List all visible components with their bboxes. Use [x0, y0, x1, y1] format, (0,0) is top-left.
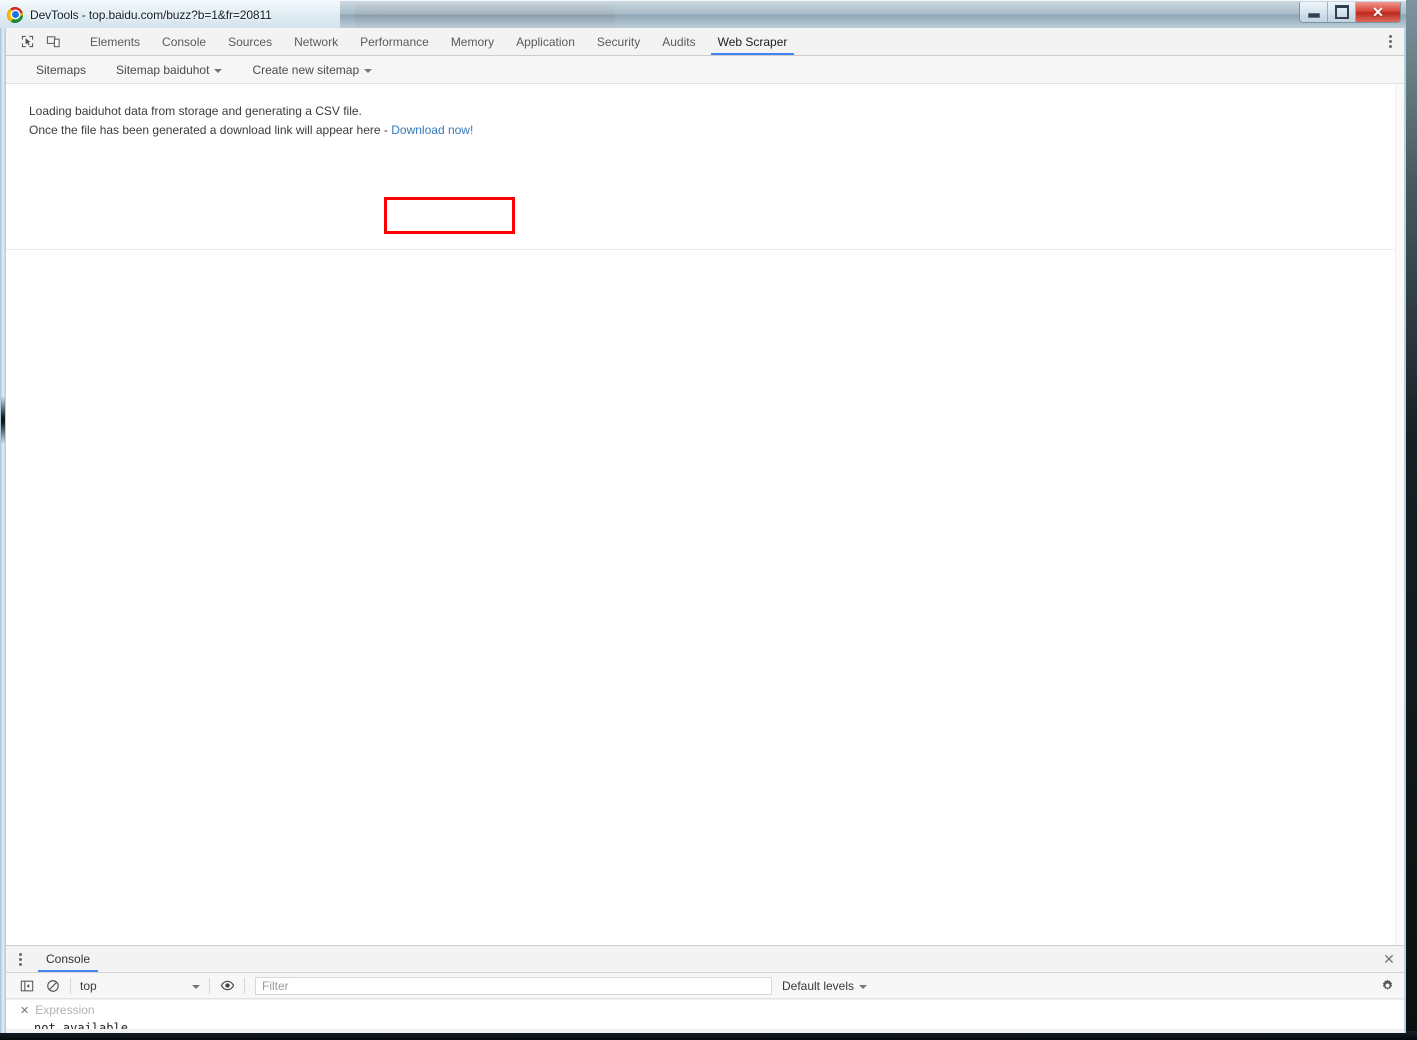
- tab-application[interactable]: Application: [505, 28, 586, 55]
- device-toolbar-icon[interactable]: [40, 29, 66, 55]
- tabbar-spacer: [798, 28, 1376, 55]
- tab-audits[interactable]: Audits: [651, 28, 706, 55]
- tab-network[interactable]: Network: [283, 28, 349, 55]
- window-titlebar[interactable]: DevTools - top.baidu.com/buzz?b=1&fr=208…: [0, 0, 1406, 28]
- csv-message-line-1: Loading baiduhot data from storage and g…: [29, 104, 362, 118]
- content-divider: [6, 249, 1404, 250]
- drawer-tabbar-spacer: [102, 946, 1374, 972]
- console-levels-select[interactable]: Default levels: [781, 978, 868, 993]
- subnav-item-sitemaps[interactable]: Sitemaps: [36, 63, 86, 77]
- console-context-value: top: [80, 978, 97, 993]
- chevron-down-icon: [214, 68, 223, 73]
- web-scraper-subnav: Sitemaps Sitemap baiduhot Create new sit…: [6, 56, 1404, 84]
- chrome-logo-icon: [7, 6, 23, 23]
- vertical-dots-icon: [18, 952, 22, 966]
- chevron-down-icon: [859, 984, 868, 989]
- live-expression-row[interactable]: ✕ Expression: [6, 1000, 1404, 1017]
- tab-console[interactable]: Console: [151, 28, 217, 55]
- live-expression-eye-icon[interactable]: [214, 975, 240, 997]
- subnav-label-sitemap-baiduhot: Sitemap baiduhot: [116, 62, 210, 77]
- window-controls: ✕: [1299, 2, 1401, 23]
- console-levels-value: Default levels: [781, 978, 855, 993]
- drawer-tab-console[interactable]: Console: [34, 946, 102, 972]
- window-body: Elements Console Sources Network Perform…: [0, 28, 1406, 1033]
- tab-elements[interactable]: Elements: [79, 28, 151, 55]
- console-toolbar-divider: [244, 977, 245, 994]
- tab-security[interactable]: Security: [586, 28, 651, 55]
- devtools-tool-icons: [6, 28, 79, 55]
- panel-scrollbar[interactable]: [1395, 84, 1404, 945]
- console-toolbar-divider: [209, 977, 210, 994]
- console-body: ✕ Expression not available: [6, 999, 1404, 1033]
- chevron-down-icon: [192, 984, 200, 989]
- settings-gear-icon[interactable]: [1370, 978, 1404, 993]
- live-expression-close-icon[interactable]: ✕: [20, 1004, 29, 1017]
- devtools-window: DevTools - top.baidu.com/buzz?b=1&fr=208…: [0, 0, 1406, 1033]
- console-filter-input[interactable]: Filter: [255, 976, 772, 995]
- window-left-scroll-thumb[interactable]: [1, 396, 5, 444]
- devtools-tabbar: Elements Console Sources Network Perform…: [6, 28, 1404, 56]
- drawer-tabbar: Console ✕: [6, 946, 1404, 973]
- subnav-item-create-new-sitemap[interactable]: Create new sitemap: [252, 62, 373, 77]
- console-toolbar-divider: [70, 977, 71, 994]
- console-drawer: Console ✕ top Filter Default levels ✕ Ex…: [6, 945, 1404, 1033]
- console-sidebar-icon[interactable]: [14, 975, 40, 997]
- more-tools-icon[interactable]: [6, 946, 34, 972]
- subnav-label-create-new-sitemap: Create new sitemap: [252, 62, 360, 77]
- console-toolbar: top Filter Default levels: [6, 973, 1404, 999]
- console-filter-placeholder: Filter: [262, 978, 289, 993]
- clear-console-icon[interactable]: [40, 975, 66, 997]
- minimize-button[interactable]: [1300, 2, 1328, 22]
- tab-memory[interactable]: Memory: [440, 28, 505, 55]
- web-scraper-panel: Loading baiduhot data from storage and g…: [6, 84, 1404, 945]
- devtools-tabs: Elements Console Sources Network Perform…: [79, 28, 798, 55]
- live-expression-placeholder: Expression: [35, 1003, 95, 1017]
- devtools-main-menu-icon[interactable]: [1376, 28, 1404, 55]
- download-now-link[interactable]: Download now!: [391, 123, 473, 137]
- subnav-label-sitemaps: Sitemaps: [36, 62, 87, 77]
- vertical-dots-icon: [1388, 35, 1392, 48]
- csv-message-line-2: Once the file has been generated a downl…: [29, 121, 1404, 140]
- tab-sources[interactable]: Sources: [217, 28, 283, 55]
- chevron-down-icon: [364, 68, 373, 73]
- console-context-select[interactable]: top: [75, 976, 205, 996]
- inspect-element-icon[interactable]: [14, 29, 40, 55]
- tab-web-scraper[interactable]: Web Scraper: [707, 28, 799, 55]
- subnav-item-sitemap-baiduhot[interactable]: Sitemap baiduhot: [116, 62, 223, 77]
- tab-performance[interactable]: Performance: [349, 28, 440, 55]
- close-button[interactable]: ✕: [1356, 2, 1400, 22]
- csv-message-line-2-text: Once the file has been generated a downl…: [29, 123, 388, 137]
- csv-export-message: Loading baiduhot data from storage and g…: [6, 84, 1404, 140]
- close-icon[interactable]: ✕: [1374, 946, 1404, 972]
- annotation-highlight-box: [384, 197, 515, 234]
- window-title: DevTools - top.baidu.com/buzz?b=1&fr=208…: [30, 7, 272, 22]
- window-right-border: [1404, 28, 1406, 1033]
- console-horizontal-scrollbar[interactable]: [6, 1029, 1404, 1033]
- devtools-root: Elements Console Sources Network Perform…: [6, 28, 1404, 1033]
- maximize-button[interactable]: [1328, 2, 1356, 22]
- desktop-right-edge: [1406, 0, 1417, 1040]
